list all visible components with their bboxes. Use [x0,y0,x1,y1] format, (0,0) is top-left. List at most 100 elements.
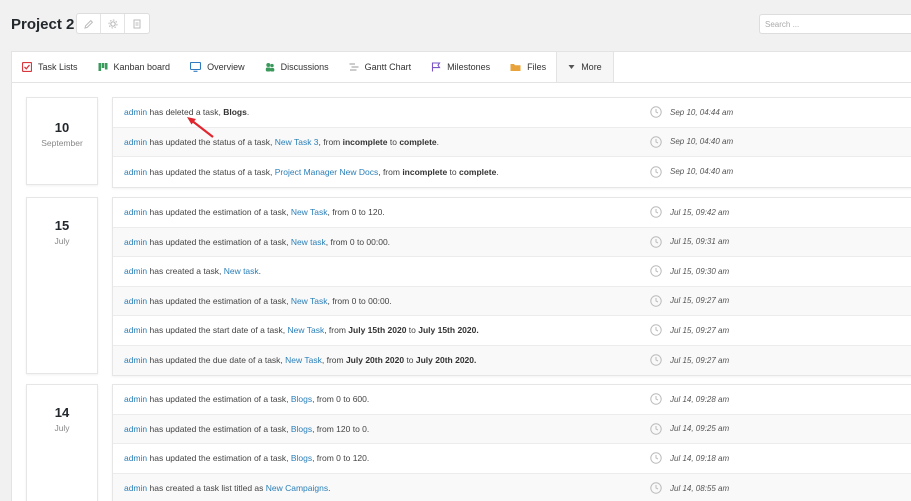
activity-row: admin has updated the start date of a ta… [113,316,911,346]
activity-row: admin has updated the estimation of a ta… [113,414,911,444]
activity-text: admin has updated the status of a task, … [124,137,439,147]
task-link[interactable]: Blogs [291,394,312,404]
activity-time: Jul 15, 09:31 am [650,236,729,248]
plain-text: to [447,166,459,177]
pencil-icon[interactable] [77,14,101,33]
activity-time: Jul 15, 09:27 am [650,354,729,366]
task-link[interactable]: New task [291,237,326,247]
tab-task-lists[interactable]: Task Lists [12,52,88,82]
time-label: Jul 15, 09:27 am [670,355,730,365]
tab-gantt-chart[interactable]: Gantt Chart [339,52,422,82]
clock-icon [650,265,662,277]
time-label: Jul 14, 09:28 am [670,394,730,404]
clock-icon [650,106,662,118]
date-card: 15 July [26,197,98,374]
task-link[interactable]: Blogs [291,424,312,434]
plain-text: , from [321,355,346,366]
tab-label: More [581,62,602,72]
task-link[interactable]: New Task 3 [275,137,319,147]
task-link[interactable]: New Campaigns [266,483,328,493]
actor-link[interactable]: admin [124,137,147,147]
date-card: 10 September [26,97,98,185]
task-link[interactable]: New Task [285,355,322,365]
plain-text: , from [324,325,349,336]
time-label: Jul 15, 09:31 am [670,237,730,247]
actor-link[interactable]: admin [124,355,147,365]
date-card: 14 July [26,384,98,501]
emphasis-text: July 20th 2020 [345,355,405,366]
task-link[interactable]: Project Manager New Docs [275,167,378,177]
clock-icon [650,452,662,464]
time-label: Jul 14, 09:25 am [670,424,730,434]
task-link[interactable]: New Task [291,296,328,306]
search-input[interactable] [759,14,911,34]
activity-time: Jul 15, 09:27 am [650,324,729,336]
activity-text: admin has created a task list titled as … [124,483,331,493]
actor-link[interactable]: admin [124,107,147,117]
activity-row: admin has created a task list titled as … [113,473,911,501]
actor-link[interactable]: admin [124,207,147,217]
actor-link[interactable]: admin [124,296,147,306]
tab-label: Kanban board [113,62,171,72]
tab-milestones[interactable]: Milestones [421,52,500,82]
clock-icon [650,354,662,366]
tab-overview[interactable]: Overview [180,52,255,82]
plain-text: has created a task, [147,266,224,277]
clock-icon [650,166,662,178]
clock-icon [650,482,662,494]
actor-link[interactable]: admin [124,266,147,276]
actor-link[interactable]: admin [124,453,147,463]
plain-text: . [436,136,440,147]
plain-text: , from 0 to 00:00. [327,295,392,306]
document-icon[interactable] [125,14,149,33]
caret-down-icon [568,64,575,70]
activity-text: admin has updated the start date of a ta… [124,325,479,335]
date-month: July [54,236,70,246]
plain-text: , from 120 to 0. [312,423,370,434]
activity-text: admin has updated the estimation of a ta… [124,453,369,463]
activity-time: Jul 15, 09:27 am [650,295,729,307]
task-link[interactable]: New Task [291,207,328,217]
plain-text: has updated the estimation of a task, [147,236,291,247]
task-list-icon [22,62,32,72]
tab-kanban-board[interactable]: Kanban board [88,52,181,82]
gear-icon[interactable] [101,14,125,33]
activity-row: admin has updated the due date of a task… [113,345,911,375]
plain-text: . [258,266,262,277]
activity-row: admin has updated the estimation of a ta… [113,444,911,474]
activity-text: admin has updated the estimation of a ta… [124,296,392,306]
activity-row: admin has deleted a task, Blogs. Sep 10, … [113,98,911,128]
time-label: Jul 15, 09:27 am [670,296,730,306]
actor-link[interactable]: admin [124,325,147,335]
activity-time: Sep 10, 04:44 am [650,106,733,118]
task-link[interactable]: New task [224,266,259,276]
time-label: Sep 10, 04:40 am [670,167,734,177]
activity-text: admin has updated the due date of a task… [124,355,476,365]
plain-text: has updated the estimation of a task, [147,394,291,405]
activity-text: admin has updated the estimation of a ta… [124,237,390,247]
date-day: 15 [54,218,70,233]
tab-label: Task Lists [38,62,78,72]
date-day: 14 [54,405,70,420]
actor-link[interactable]: admin [124,483,147,493]
activity-feed: 10 September admin has deleted a task, Blo… [11,83,911,501]
task-link[interactable]: Blogs [291,453,312,463]
plain-text: , from 0 to 120. [327,207,385,218]
plain-text: , from 0 to 120. [312,453,370,464]
actor-link[interactable]: admin [124,394,147,404]
activity-row: admin has updated the status of a task, … [113,157,911,187]
activity-text: admin has updated the estimation of a ta… [124,424,369,434]
actor-link[interactable]: admin [124,237,147,247]
tab-more[interactable]: More [556,52,614,82]
tab-discussions[interactable]: Discussions [255,52,339,82]
emphasis-text: Blogs [223,107,247,118]
time-label: Jul 15, 09:30 am [670,266,730,276]
actor-link[interactable]: admin [124,424,147,434]
task-link[interactable]: New Task [288,325,325,335]
tab-files[interactable]: Files [500,52,556,82]
activity-time: Sep 10, 04:40 am [650,166,733,178]
actor-link[interactable]: admin [124,167,147,177]
clock-icon [650,295,662,307]
plain-text: , from 0 to 600. [312,394,370,405]
activity-time: Jul 15, 09:30 am [650,265,729,277]
